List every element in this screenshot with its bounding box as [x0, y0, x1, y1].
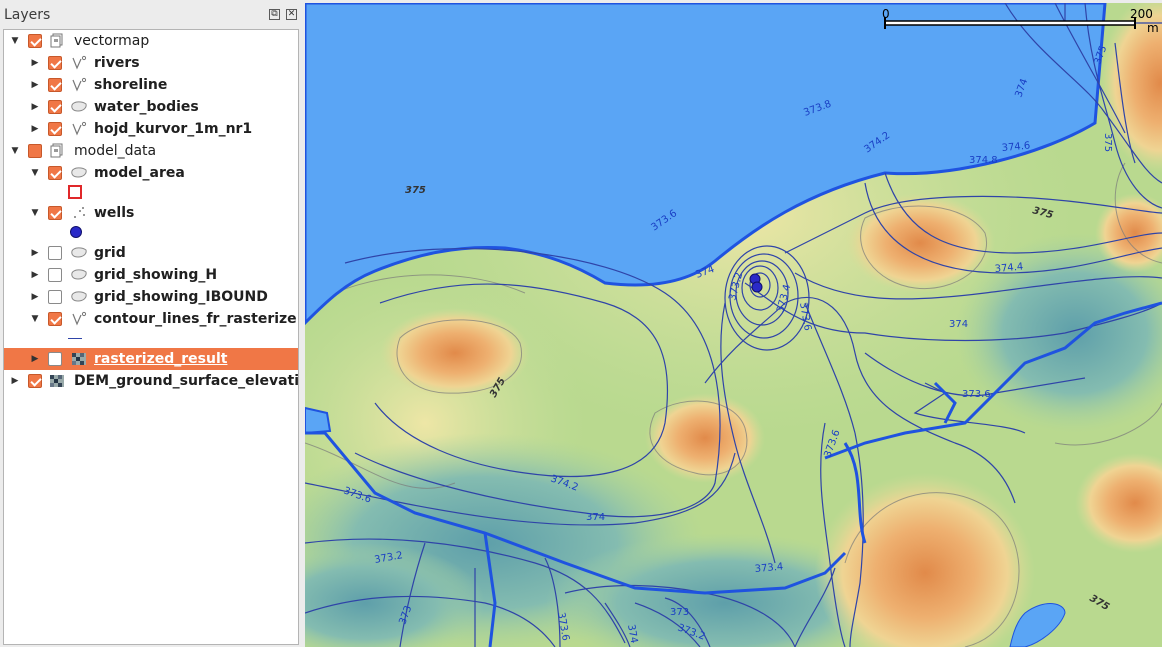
layer-row-grid[interactable]: ▶ grid — [4, 242, 298, 264]
collapse-arrow-icon[interactable]: ▼ — [29, 202, 41, 224]
dem-hill — [380, 308, 530, 398]
layer-name: DEM_ground_surface_elevati... — [74, 373, 299, 389]
close-panel-button[interactable]: ✕ — [286, 9, 297, 20]
raster-layer-icon — [70, 350, 88, 368]
layer-name: model_area — [94, 165, 185, 181]
contour-label: 374 — [586, 512, 605, 523]
contour-label: 373.6 — [962, 389, 991, 400]
wells-legend-symbol — [70, 226, 82, 238]
polygon-layer-icon — [70, 266, 88, 284]
contour-label: 375 — [1102, 133, 1113, 152]
layer-visibility-checkbox[interactable] — [48, 206, 62, 220]
collapse-arrow-icon[interactable]: ▼ — [29, 308, 41, 330]
expand-arrow-icon[interactable]: ▶ — [9, 370, 21, 392]
scale-bar-bar — [884, 20, 1136, 26]
layer-name: grid — [94, 245, 126, 261]
map-svg[interactable]: 373.8 374.2 374.6 374.8 373.6 374 374.4 … — [305, 3, 1162, 647]
scale-bar-end-label: 200 — [1130, 7, 1153, 21]
layer-row-model-area[interactable]: ▼ model_area — [4, 162, 298, 184]
contour-label: 374 — [949, 319, 968, 330]
layer-row-shoreline[interactable]: ▶ shoreline — [4, 74, 298, 96]
layer-name: shoreline — [94, 77, 168, 93]
layer-row-rivers[interactable]: ▶ rivers — [4, 52, 298, 74]
layer-visibility-checkbox[interactable] — [48, 100, 62, 114]
group-icon — [48, 32, 66, 50]
expand-arrow-icon[interactable]: ▶ — [29, 96, 41, 118]
line-layer-icon — [70, 310, 88, 328]
layer-visibility-checkbox[interactable] — [48, 290, 62, 304]
layer-row-contour-lines-fr-rasterize[interactable]: ▼ contour_lines_fr_rasterize... — [4, 308, 298, 330]
layer-name: model_data — [74, 143, 157, 159]
contour-label: 374.8 — [969, 155, 998, 166]
collapse-arrow-icon[interactable]: ▼ — [29, 162, 41, 184]
layer-visibility-checkbox[interactable] — [48, 122, 62, 136]
layer-row-water-bodies[interactable]: ▶ water_bodies — [4, 96, 298, 118]
layer-name: water_bodies — [94, 99, 199, 115]
layer-visibility-checkbox[interactable] — [48, 246, 62, 260]
polygon-layer-icon — [70, 288, 88, 306]
expand-arrow-icon[interactable]: ▶ — [29, 118, 41, 140]
raster-layer-icon — [48, 372, 66, 390]
layer-row-model-data[interactable]: ▼ model_data — [4, 140, 298, 162]
layer-name: grid_showing_H — [94, 267, 218, 283]
polygon-layer-icon — [70, 244, 88, 262]
layer-row-vectormap[interactable]: ▼ vectormap — [4, 30, 298, 52]
layer-tree: ▼ vectormap ▶ rivers ▶ shoreline ▶ water_bodies… — [3, 29, 299, 645]
polygon-layer-icon — [70, 164, 88, 182]
layer-row-wells[interactable]: ▼ wells — [4, 202, 298, 224]
layers-panel: Layers ⧉ ✕ ▼ vectormap ▶ rivers ▶ shoreline ▶ w… — [0, 0, 304, 647]
layer-name: hojd_kurvor_1m_nr1 — [94, 121, 253, 137]
layer-name: wells — [94, 205, 135, 221]
layer-row-grid-showing-h[interactable]: ▶ grid_showing_H — [4, 264, 298, 286]
layer-visibility-checkbox[interactable] — [28, 144, 42, 158]
expand-arrow-icon[interactable]: ▶ — [29, 74, 41, 96]
dem-hill — [845, 193, 995, 293]
point-layer-icon — [70, 204, 88, 222]
collapse-arrow-icon[interactable]: ▼ — [9, 140, 21, 162]
expand-arrow-icon[interactable]: ▶ — [29, 348, 41, 370]
float-panel-button[interactable]: ⧉ — [269, 9, 280, 20]
well-point[interactable] — [751, 281, 763, 293]
layer-name: vectormap — [74, 33, 150, 49]
layer-row-grid-showing-ibound[interactable]: ▶ grid_showing_IBOUND — [4, 286, 298, 308]
scale-bar-start-label: 0 — [882, 7, 890, 21]
collapse-arrow-icon[interactable]: ▼ — [9, 30, 21, 52]
layer-row-dem-ground-surface-elevati[interactable]: ▶ DEM_ground_surface_elevati... — [4, 370, 298, 392]
expand-arrow-icon[interactable]: ▶ — [29, 286, 41, 308]
expand-arrow-icon[interactable]: ▶ — [29, 242, 41, 264]
layer-name: contour_lines_fr_rasterize... — [94, 311, 299, 327]
scale-bar-unit-label: m — [1147, 21, 1159, 35]
ground-contour-label: 375 — [405, 185, 426, 196]
layer-row-hojd-kurvor-1m-nr1[interactable]: ▶ hojd_kurvor_1m_nr1 — [4, 118, 298, 140]
contour-legend-symbol — [68, 338, 82, 339]
line-layer-icon — [70, 54, 88, 72]
layer-name: grid_showing_IBOUND — [94, 289, 268, 305]
expand-arrow-icon[interactable]: ▶ — [29, 52, 41, 74]
layer-visibility-checkbox[interactable] — [28, 374, 42, 388]
layer-visibility-checkbox[interactable] — [48, 56, 62, 70]
layers-panel-header: Layers ⧉ ✕ — [0, 0, 304, 30]
layer-visibility-checkbox[interactable] — [48, 166, 62, 180]
line-layer-icon — [70, 76, 88, 94]
group-icon — [48, 142, 66, 160]
contour-label: 373 — [670, 607, 689, 618]
line-layer-icon — [70, 120, 88, 138]
panel-title: Layers — [4, 7, 51, 23]
model-area-legend-symbol — [68, 185, 82, 199]
layer-visibility-checkbox[interactable] — [48, 78, 62, 92]
qgis-window: Layers ⧉ ✕ ▼ vectormap ▶ rivers ▶ shoreline ▶ w… — [0, 0, 1162, 647]
expand-arrow-icon[interactable]: ▶ — [29, 264, 41, 286]
layer-visibility-checkbox[interactable] — [48, 352, 62, 366]
layer-name: rivers — [94, 55, 140, 71]
layer-name: rasterized_result — [94, 351, 228, 367]
layer-visibility-checkbox[interactable] — [28, 34, 42, 48]
layer-row-rasterized-result[interactable]: ▶ rasterized_result — [4, 348, 298, 370]
layer-visibility-checkbox[interactable] — [48, 268, 62, 282]
layer-visibility-checkbox[interactable] — [48, 312, 62, 326]
map-canvas[interactable]: 373.8 374.2 374.6 374.8 373.6 374 374.4 … — [305, 3, 1162, 647]
polygon-layer-icon — [70, 98, 88, 116]
